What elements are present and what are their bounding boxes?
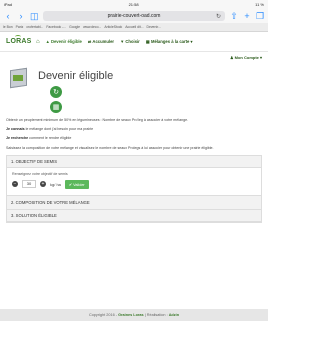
- home-icon[interactable]: ⌂: [36, 39, 40, 45]
- menu-item-choisir[interactable]: ▼ Choisir: [120, 39, 140, 44]
- share-icon[interactable]: ⇧: [230, 9, 238, 23]
- favorite-item[interactable]: Accueil dit...: [125, 25, 143, 29]
- status-bar: iPad 21:58 11 %: [0, 0, 268, 9]
- reload-icon[interactable]: ↻: [216, 13, 221, 20]
- battery-label: 11 %: [255, 2, 264, 7]
- favorite-item[interactable]: Pariz: [16, 25, 24, 29]
- increment-button[interactable]: +: [40, 181, 46, 188]
- favorite-item[interactable]: crofertabl...: [26, 25, 43, 29]
- intro-text: Obtenir un peuplement minimum de 50% en …: [0, 118, 268, 151]
- objectif-hint: Renseignez votre objectif de semis: [12, 171, 68, 176]
- quantity-stepper: − 30 + kg/ ha ✔ Valider: [12, 179, 256, 189]
- menu-item-melanges[interactable]: ▦ Mélanges à la carte ▾: [146, 39, 193, 44]
- favorite-item[interactable]: Google: [69, 25, 80, 29]
- intro-connais: Je connais le mélange dont j'ai besoin p…: [6, 127, 94, 132]
- seed-bucket-icon: [8, 67, 30, 89]
- back-icon[interactable]: ‹: [4, 9, 12, 23]
- site-header: LORAS ⌂ ▲ Devenir éligible ⇌ Accumuler ▼…: [0, 32, 268, 52]
- quantity-input[interactable]: 30: [22, 180, 36, 189]
- section-objectif-body: Renseignez votre objectif de semis − 30 …: [7, 167, 261, 196]
- account-link[interactable]: ♟ Mon Compte ▾: [230, 55, 262, 60]
- favorites-bar: le Bon Pariz crofertabl... Facebook -...…: [0, 23, 268, 32]
- refresh-circle-icon: ↻: [50, 86, 62, 98]
- decrement-button[interactable]: −: [12, 181, 18, 188]
- new-tab-icon[interactable]: +: [243, 9, 251, 23]
- account-row: ♟ Mon Compte ▾: [0, 52, 268, 63]
- intro-line: Obtenir un peuplement minimum de 50% en …: [6, 118, 189, 122]
- validate-button[interactable]: ✔ Valider: [64, 179, 89, 189]
- section-solution-header[interactable]: 3. SOLUTION ÉLIGIBLE: [7, 209, 261, 222]
- tabs-icon[interactable]: ❐: [256, 9, 264, 23]
- intro-instructions: Saisissez la composition de votre mélang…: [6, 145, 214, 150]
- footer-brand-link[interactable]: Graines Loras: [118, 313, 144, 317]
- calculator-circle-icon: ▦: [50, 101, 62, 113]
- favorite-item[interactable]: www.deco...: [83, 25, 101, 29]
- forward-icon[interactable]: ›: [17, 9, 25, 23]
- main-menu: ⌂ ▲ Devenir éligible ⇌ Accumuler ▼ Chois…: [36, 39, 193, 45]
- section-objectif-header[interactable]: 1. OBJECTIF DE SEMIS: [7, 155, 261, 168]
- favorite-item[interactable]: ArticleStock: [104, 25, 122, 29]
- site-footer: Copyright 2016 - Graines Loras | Réalisa…: [0, 309, 268, 321]
- address-bar[interactable]: prairie-couvert-oad.com ↻: [43, 11, 225, 21]
- calculator-accordion: 1. OBJECTIF DE SEMIS Renseignez votre ob…: [6, 154, 262, 223]
- favorite-item[interactable]: Devenir...: [147, 25, 161, 29]
- menu-item-devenir[interactable]: ▲ Devenir éligible: [46, 39, 82, 44]
- footer-agency-link[interactable]: Adzin: [169, 313, 179, 317]
- favorite-item[interactable]: le Bon: [3, 25, 13, 29]
- url-text: prairie-couvert-oad.com: [107, 13, 161, 19]
- browser-toolbar: ‹ › ◫ prairie-couvert-oad.com ↻ ⇧ + ❐: [0, 9, 268, 23]
- bookmarks-icon[interactable]: ◫: [30, 9, 39, 23]
- menu-item-accumuler[interactable]: ⇌ Accumuler: [88, 39, 114, 44]
- intro-recherche: Je recherche comment le rendre éligible: [6, 136, 72, 141]
- section-composition-header[interactable]: 2. COMPOSITION DE VOTRE MÉLANGE: [7, 195, 261, 210]
- favorite-item[interactable]: Facebook -...: [46, 25, 66, 29]
- hero: Devenir éligible ↻ ▦: [0, 63, 268, 118]
- clock: 21:58: [128, 2, 139, 7]
- site-logo[interactable]: LORAS: [6, 35, 36, 45]
- unit-label: kg/ ha: [50, 181, 61, 187]
- carrier-label: iPad: [4, 2, 13, 7]
- page-title: Devenir éligible: [38, 70, 114, 82]
